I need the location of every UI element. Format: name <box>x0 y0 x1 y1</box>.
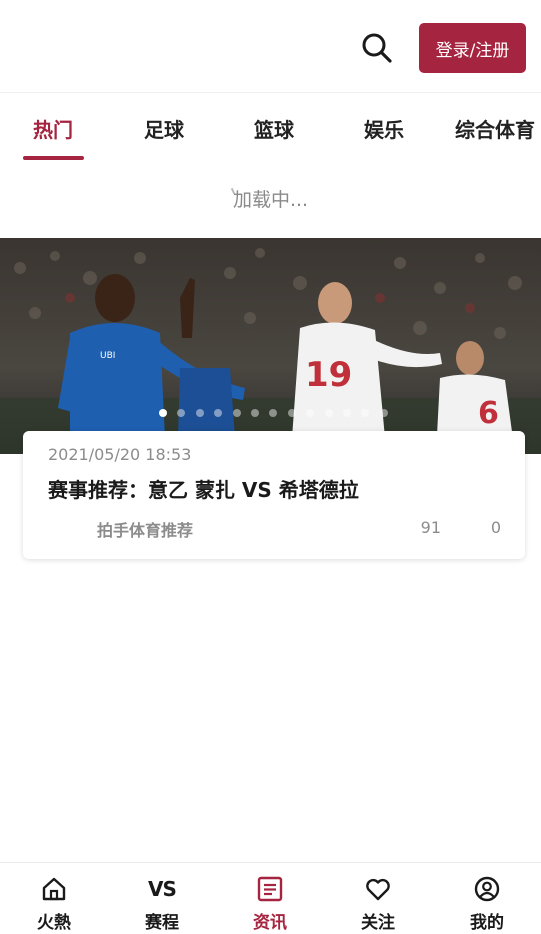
carousel-dot[interactable] <box>251 409 259 417</box>
carousel-dots <box>0 407 541 419</box>
carousel-dot[interactable] <box>196 409 204 417</box>
app-header: 登录/注册 <box>0 0 541 92</box>
carousel-dot[interactable] <box>325 409 333 417</box>
article-title[interactable]: 赛事推荐：意乙 蒙扎 VS 希塔德拉 <box>48 474 359 503</box>
article-time: 2021/05/20 18:53 <box>48 445 192 464</box>
nav-label-hot: 火熱 <box>37 913 71 933</box>
vs-icon-text: VS <box>148 877 177 901</box>
nav-item-follow[interactable]: 关注 <box>324 863 432 934</box>
nav-item-profile[interactable]: 我的 <box>433 863 541 934</box>
bottom-navigation: 火熱 VS 赛程 资讯 关注 我的 <box>0 862 541 934</box>
category-tabs: 热门 足球 篮球 娱乐 综合体育 <box>0 92 541 162</box>
article-card[interactable]: 2021/05/20 18:53 赛事推荐：意乙 蒙扎 VS 希塔德拉 拍手体育… <box>23 431 525 559</box>
article-source: 拍手体育推荐 <box>97 521 194 540</box>
tab-basketball[interactable]: 篮球 <box>241 93 307 163</box>
carousel-dot[interactable] <box>288 409 296 417</box>
tab-hot[interactable]: 热门 <box>20 93 86 163</box>
carousel-dot[interactable] <box>380 409 388 417</box>
tab-general-sports[interactable]: 综合体育 <box>449 93 541 163</box>
home-icon <box>40 875 68 903</box>
svg-text:UBI: UBI <box>100 351 115 361</box>
nav-label-follow: 关注 <box>361 913 395 933</box>
carousel-dot[interactable] <box>159 409 167 417</box>
carousel-dot[interactable] <box>177 409 185 417</box>
user-icon <box>473 875 501 903</box>
nav-item-schedule[interactable]: VS 赛程 <box>108 863 216 934</box>
carousel-dot[interactable] <box>306 409 314 417</box>
nav-label-schedule: 赛程 <box>145 913 179 933</box>
carousel-dot[interactable] <box>233 409 241 417</box>
nav-label-news: 资讯 <box>253 913 287 933</box>
article-comment-count: 0 <box>490 518 501 537</box>
carousel-dot[interactable] <box>361 409 369 417</box>
nav-item-news[interactable]: 资讯 <box>216 863 324 934</box>
login-register-button[interactable]: 登录/注册 <box>419 23 526 73</box>
tab-entertainment[interactable]: 娱乐 <box>351 93 417 163</box>
active-tab-indicator <box>23 156 84 160</box>
heart-icon <box>364 875 392 903</box>
article-view-count: 91 <box>420 518 441 537</box>
jersey-number-19: 19 <box>305 355 352 395</box>
search-icon[interactable] <box>357 28 397 68</box>
nav-label-profile: 我的 <box>470 913 504 933</box>
tab-football[interactable]: 足球 <box>131 93 197 163</box>
carousel-dot[interactable] <box>214 409 222 417</box>
featured-banner[interactable]: UBI 19 6 <box>0 238 541 454</box>
nav-item-hot[interactable]: 火熱 <box>0 863 108 934</box>
vs-icon: VS <box>148 875 177 903</box>
carousel-dot[interactable] <box>269 409 277 417</box>
news-icon <box>256 875 284 903</box>
loading-indicator: 加载中... <box>232 188 309 211</box>
banner-photo: UBI 19 6 <box>0 238 541 454</box>
carousel-dot[interactable] <box>343 409 351 417</box>
